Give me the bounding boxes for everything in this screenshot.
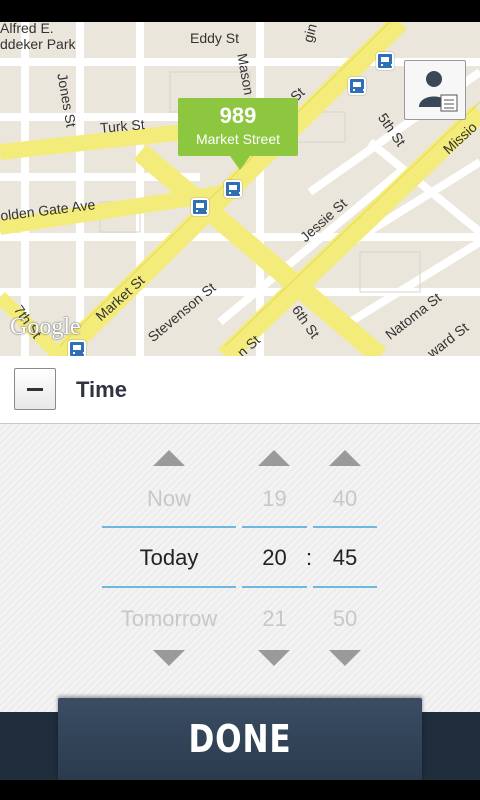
minus-icon (27, 388, 43, 391)
minute-next-value[interactable]: 50 (313, 606, 377, 632)
bus-stop-icon[interactable] (224, 180, 242, 198)
day-next-value[interactable]: Tomorrow (102, 606, 236, 632)
collapse-button[interactable] (14, 368, 56, 410)
bus-stop-icon[interactable] (68, 340, 86, 356)
hour-picker-column[interactable]: 19 20 21 (242, 424, 307, 712)
bus-stop-icon[interactable] (376, 52, 394, 70)
minute-divider-top (313, 526, 377, 528)
stop-name: Market Street (195, 131, 281, 147)
bus-stop-icon[interactable] (348, 77, 366, 95)
minute-picker-column[interactable]: 40 45 50 (313, 424, 377, 712)
hour-up-arrow-icon[interactable] (258, 450, 290, 466)
minute-previous-value[interactable]: 40 (313, 486, 377, 512)
done-button[interactable]: DONE (57, 698, 423, 780)
stop-callout[interactable]: 989 Market Street (178, 98, 298, 170)
hour-divider-top (242, 526, 307, 528)
google-logo: Google (10, 314, 81, 340)
stop-id: 989 (219, 103, 257, 128)
hour-down-arrow-icon[interactable] (258, 650, 290, 666)
day-divider-bottom (102, 586, 236, 588)
minute-down-arrow-icon[interactable] (329, 650, 361, 666)
day-divider-top (102, 526, 236, 528)
hour-selected-value: 20 (262, 545, 287, 570)
hour-divider-bottom (242, 586, 307, 588)
map-label-park: Alfred E. (0, 22, 54, 36)
minute-up-arrow-icon[interactable] (329, 450, 361, 466)
day-up-arrow-icon[interactable] (153, 450, 185, 466)
day-down-arrow-icon[interactable] (153, 650, 185, 666)
status-bar (0, 0, 480, 22)
map-label-park-2: ddeker Park (0, 36, 76, 52)
map-view[interactable]: Alfred E. ddeker Park Eddy St Mason St J… (0, 22, 480, 356)
time-separator: : (306, 545, 313, 570)
navigation-bar (0, 780, 480, 800)
hour-next-value[interactable]: 21 (242, 606, 307, 632)
time-picker: Now Today Tomorrow 19 20 21 : 40 45 50 (0, 424, 480, 712)
day-picker-column[interactable]: Now Today Tomorrow (102, 424, 236, 712)
day-previous-value[interactable]: Now (102, 486, 236, 512)
minute-selected-value: 45 (332, 545, 358, 570)
day-selected-value: Today (139, 545, 199, 570)
time-section-header: Time (0, 356, 480, 424)
hour-previous-value[interactable]: 19 (242, 486, 307, 512)
bus-stop-icon[interactable] (191, 198, 209, 216)
minute-divider-bottom (313, 586, 377, 588)
map-label-eddy: Eddy St (190, 30, 240, 46)
person-card-icon (419, 71, 458, 112)
section-title: Time (76, 377, 127, 402)
profile-button[interactable] (404, 60, 466, 120)
done-bar: DONE (0, 698, 480, 780)
